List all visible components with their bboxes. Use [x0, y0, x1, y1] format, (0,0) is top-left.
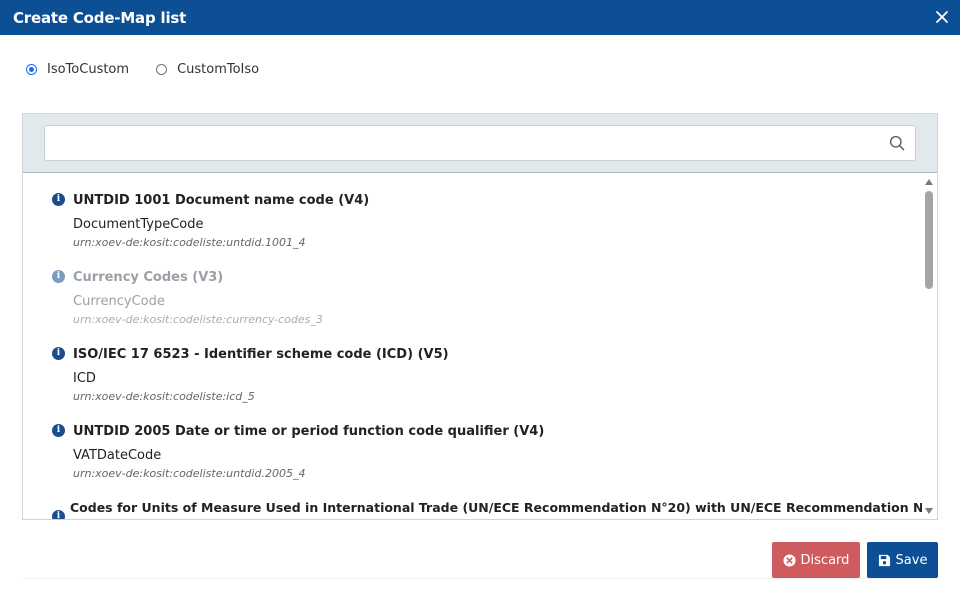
codelist-code: DocumentTypeCode — [73, 217, 204, 232]
codelist-panel: i UNTDID 1001 Document name code (V4) Do… — [22, 113, 938, 520]
codelist-list: i UNTDID 1001 Document name code (V4) Do… — [23, 174, 923, 519]
codelist-code: ICD — [73, 371, 96, 386]
list-scrollbar[interactable] — [922, 174, 937, 519]
scrollbar-thumb[interactable] — [925, 191, 933, 289]
list-item[interactable]: i ISO/IEC 17 6523 - Identifier scheme co… — [23, 347, 923, 424]
radio-custom-to-iso-circle[interactable] — [156, 63, 168, 75]
footer-divider — [22, 578, 938, 579]
discard-button-label: Discard — [800, 552, 850, 568]
list-item[interactable]: i UNTDID 2005 Date or time or period fun… — [23, 424, 923, 501]
discard-button[interactable]: Discard — [772, 542, 860, 578]
create-code-map-dialog: Create Code-Map list IsoToCustom CustomT… — [0, 0, 960, 599]
list-item[interactable]: i UNTDID 1001 Document name code (V4) Do… — [23, 193, 923, 270]
codelist-urn: urn:xoev-de:kosit:codeliste:untdid.1001_… — [73, 236, 306, 249]
list-item[interactable]: i Currency Codes (V3) CurrencyCode urn:x… — [23, 270, 923, 347]
scroll-down-arrow-icon[interactable] — [925, 508, 933, 514]
radio-iso-to-custom-label: IsoToCustom — [47, 61, 130, 77]
radio-iso-to-custom[interactable]: IsoToCustom — [26, 62, 129, 77]
info-icon[interactable]: i — [52, 347, 65, 360]
search-box — [44, 125, 916, 161]
save-button[interactable]: Save — [867, 542, 938, 578]
codelist-name: Currency Codes (V3) — [73, 270, 224, 285]
codelist-name: UNTDID 2005 Date or time or period funct… — [73, 424, 545, 439]
dialog-titlebar: Create Code-Map list — [0, 0, 960, 35]
info-icon[interactable]: i — [52, 510, 65, 519]
info-icon[interactable]: i — [52, 193, 65, 206]
codelist-name: ISO/IEC 17 6523 - Identifier scheme code… — [73, 347, 449, 362]
direction-radio-group: IsoToCustom CustomToIso — [26, 60, 286, 78]
info-icon[interactable]: i — [52, 270, 65, 283]
codelist-code: CurrencyCode — [73, 294, 165, 309]
radio-custom-to-iso[interactable]: CustomToIso — [156, 62, 259, 77]
info-icon[interactable]: i — [52, 424, 65, 437]
floppy-disk-icon — [878, 554, 890, 566]
codelist-code: VATDateCode — [73, 448, 162, 463]
save-button-label: Save — [895, 552, 928, 568]
radio-iso-to-custom-circle[interactable] — [26, 63, 37, 75]
codelist-urn: urn:xoev-de:kosit:codeliste:icd_5 — [73, 390, 255, 403]
close-icon[interactable] — [932, 7, 952, 27]
codelist-urn: urn:xoev-de:kosit:codeliste:currency-cod… — [73, 313, 323, 326]
scroll-up-arrow-icon[interactable] — [925, 179, 933, 185]
search-input[interactable] — [53, 133, 873, 153]
dialog-title: Create Code-Map list — [13, 9, 187, 27]
list-item[interactable]: i Codes for Units of Measure Used in Int… — [23, 500, 923, 519]
codelist-urn: urn:xoev-de:kosit:codeliste:untdid.2005_… — [73, 467, 306, 480]
search-icon[interactable] — [889, 135, 905, 151]
radio-custom-to-iso-label: CustomToIso — [177, 61, 260, 77]
codelist-name: Codes for Units of Measure Used in Inter… — [70, 500, 923, 515]
codelist-name: UNTDID 1001 Document name code (V4) — [73, 193, 370, 208]
codelist-panel-header — [23, 114, 937, 173]
times-circle-icon — [783, 553, 796, 567]
